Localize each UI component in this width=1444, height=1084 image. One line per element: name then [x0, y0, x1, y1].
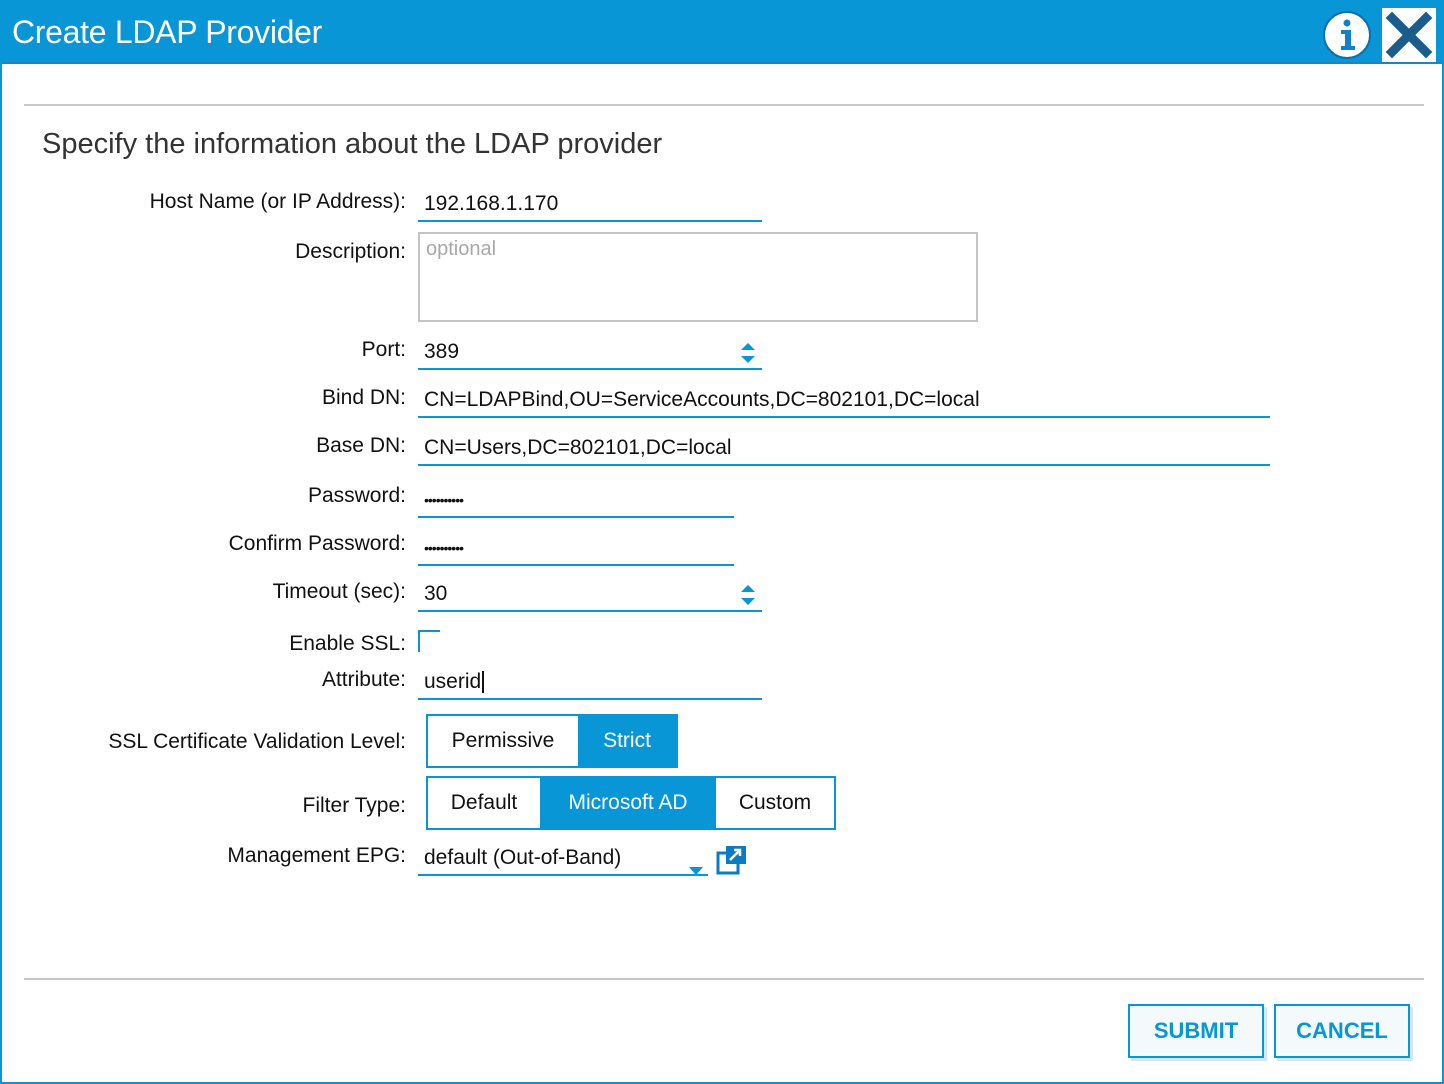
cancel-button[interactable]: CANCEL — [1274, 1004, 1410, 1058]
ssl-validation-label: SSL Certificate Validation Level: — [108, 730, 406, 753]
base-dn-input[interactable]: CN=Users,DC=802101,DC=local — [418, 432, 1270, 466]
chevron-down-icon[interactable] — [688, 854, 704, 875]
bind-dn-label: Bind DN: — [321, 386, 406, 409]
filter-type-microsoft-ad[interactable]: Microsoft AD — [540, 778, 716, 828]
attribute-input[interactable]: userid — [418, 666, 762, 700]
management-epg-select[interactable]: default (Out-of-Band) — [418, 842, 708, 876]
attribute-label: Attribute: — [321, 668, 406, 691]
filter-type-custom[interactable]: Custom — [716, 778, 834, 828]
ssl-validation-permissive[interactable]: Permissive — [428, 716, 578, 766]
ssl-validation-segmented: Permissive Strict — [426, 714, 678, 768]
bottom-divider — [24, 978, 1424, 980]
management-epg-label: Management EPG: — [227, 844, 406, 867]
close-icon[interactable] — [1382, 8, 1436, 62]
dialog-titlebar: Create LDAP Provider — [2, 2, 1442, 64]
timeout-input[interactable]: 30 — [418, 578, 762, 612]
port-label: Port: — [361, 338, 406, 361]
submit-button[interactable]: SUBMIT — [1128, 1004, 1264, 1058]
port-value: 389 — [424, 340, 460, 363]
bind-dn-input[interactable]: CN=LDAPBind,OU=ServiceAccounts,DC=802101… — [418, 384, 1270, 418]
form-heading: Specify the information about the LDAP p… — [42, 128, 663, 160]
filter-type-label: Filter Type: — [302, 794, 406, 817]
description-textarea[interactable]: optional — [418, 232, 978, 322]
password-label: Password: — [307, 484, 406, 507]
timeout-label: Timeout (sec): — [272, 580, 406, 603]
port-input[interactable]: 389 — [418, 336, 762, 370]
up-down-spinner-icon[interactable] — [738, 341, 758, 365]
timeout-value: 30 — [424, 582, 448, 605]
base-dn-label: Base DN: — [316, 434, 406, 457]
host-name-label: Host Name (or IP Address): — [149, 190, 406, 213]
confirm-password-input[interactable]: •••••••••• — [418, 532, 734, 566]
enable-ssl-checkbox[interactable] — [418, 630, 440, 652]
attribute-value: userid — [424, 670, 482, 693]
management-epg-value: default (Out-of-Band) — [424, 846, 622, 869]
filter-type-segmented: Default Microsoft AD Custom — [426, 776, 836, 830]
enable-ssl-label: Enable SSL: — [289, 632, 406, 655]
host-name-input[interactable]: 192.168.1.170 — [418, 188, 762, 222]
confirm-password-label: Confirm Password: — [228, 532, 406, 555]
password-input[interactable]: •••••••••• — [418, 484, 734, 518]
description-placeholder: optional — [426, 238, 497, 260]
top-divider — [24, 104, 1424, 106]
description-label: Description: — [295, 240, 406, 263]
info-icon[interactable] — [1322, 10, 1372, 60]
ssl-validation-strict[interactable]: Strict — [578, 716, 676, 766]
dialog-title: Create LDAP Provider — [12, 14, 323, 50]
create-ldap-provider-dialog: Create LDAP Provider Specify the informa… — [0, 0, 1444, 1084]
text-caret — [482, 671, 485, 694]
open-popup-icon[interactable] — [716, 844, 748, 876]
up-down-spinner-icon[interactable] — [738, 583, 758, 607]
filter-type-default[interactable]: Default — [428, 778, 540, 828]
